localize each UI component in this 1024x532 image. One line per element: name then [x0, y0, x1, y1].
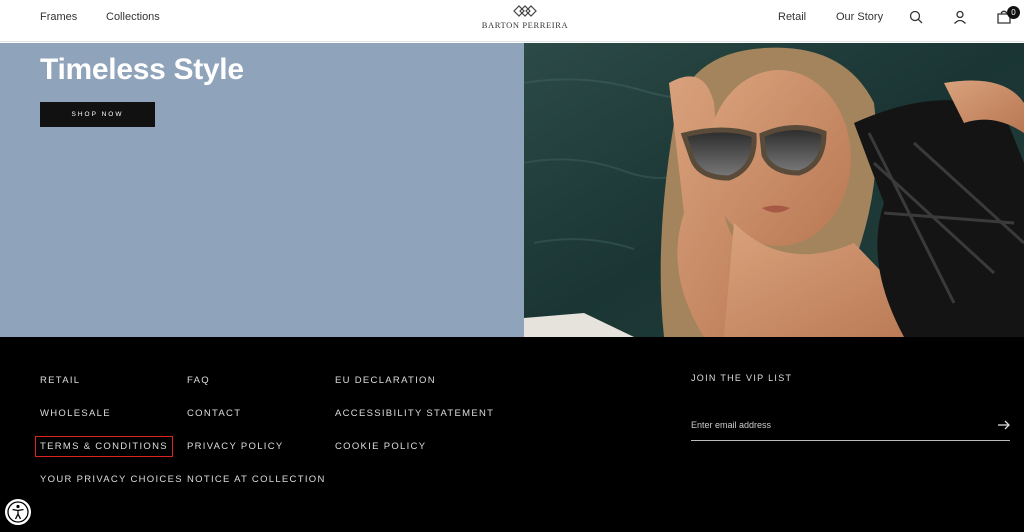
footer-link-privacy-policy[interactable]: PRIVACY POLICY: [187, 441, 284, 452]
search-icon[interactable]: [908, 9, 924, 25]
footer-link-retail[interactable]: RETAIL: [40, 375, 80, 386]
vip-list-heading: JOIN THE VIP LIST: [691, 373, 793, 383]
accessibility-icon: [7, 501, 29, 523]
hero-panel: Timeless Style SHOP NOW: [0, 43, 524, 337]
footer-link-eu-declaration[interactable]: EU DECLARATION: [335, 375, 436, 386]
email-input[interactable]: [691, 415, 991, 435]
nav-retail[interactable]: Retail: [778, 11, 806, 23]
footer-link-cookie-policy[interactable]: COOKIE POLICY: [335, 441, 426, 452]
footer-link-privacy-choices[interactable]: YOUR PRIVACY CHOICES: [40, 474, 183, 485]
nav-collections[interactable]: Collections: [106, 11, 160, 23]
logo-mark-icon: [513, 5, 537, 17]
footer-link-wholesale[interactable]: WHOLESALE: [40, 408, 111, 419]
footer-link-faq[interactable]: FAQ: [187, 375, 210, 386]
arrow-right-icon[interactable]: [997, 419, 1011, 431]
footer-link-terms[interactable]: TERMS & CONDITIONS: [35, 436, 173, 457]
footer-link-accessibility-statement[interactable]: ACCESSIBILITY STATEMENT: [335, 408, 494, 419]
footer-link-notice-at-collection[interactable]: NOTICE AT COLLECTION: [187, 474, 326, 485]
footer-link-contact[interactable]: CONTACT: [187, 408, 241, 419]
hero-title: Timeless Style: [40, 53, 244, 86]
email-underline: [691, 440, 1010, 441]
site-header: Frames Collections BARTON PERREIRA Retai…: [0, 0, 1024, 42]
brand-logo[interactable]: BARTON PERREIRA: [470, 4, 580, 36]
accessibility-widget-button[interactable]: [3, 497, 33, 527]
account-icon[interactable]: [952, 9, 968, 25]
model-photo-illustration: [524, 43, 1024, 337]
hero-image: [524, 43, 1024, 337]
logo-text: BARTON PERREIRA: [481, 20, 569, 30]
shop-now-button[interactable]: SHOP NOW: [40, 102, 155, 127]
cart-count-badge: 0: [1007, 6, 1020, 19]
nav-our-story[interactable]: Our Story: [836, 11, 883, 23]
nav-frames[interactable]: Frames: [40, 11, 77, 23]
